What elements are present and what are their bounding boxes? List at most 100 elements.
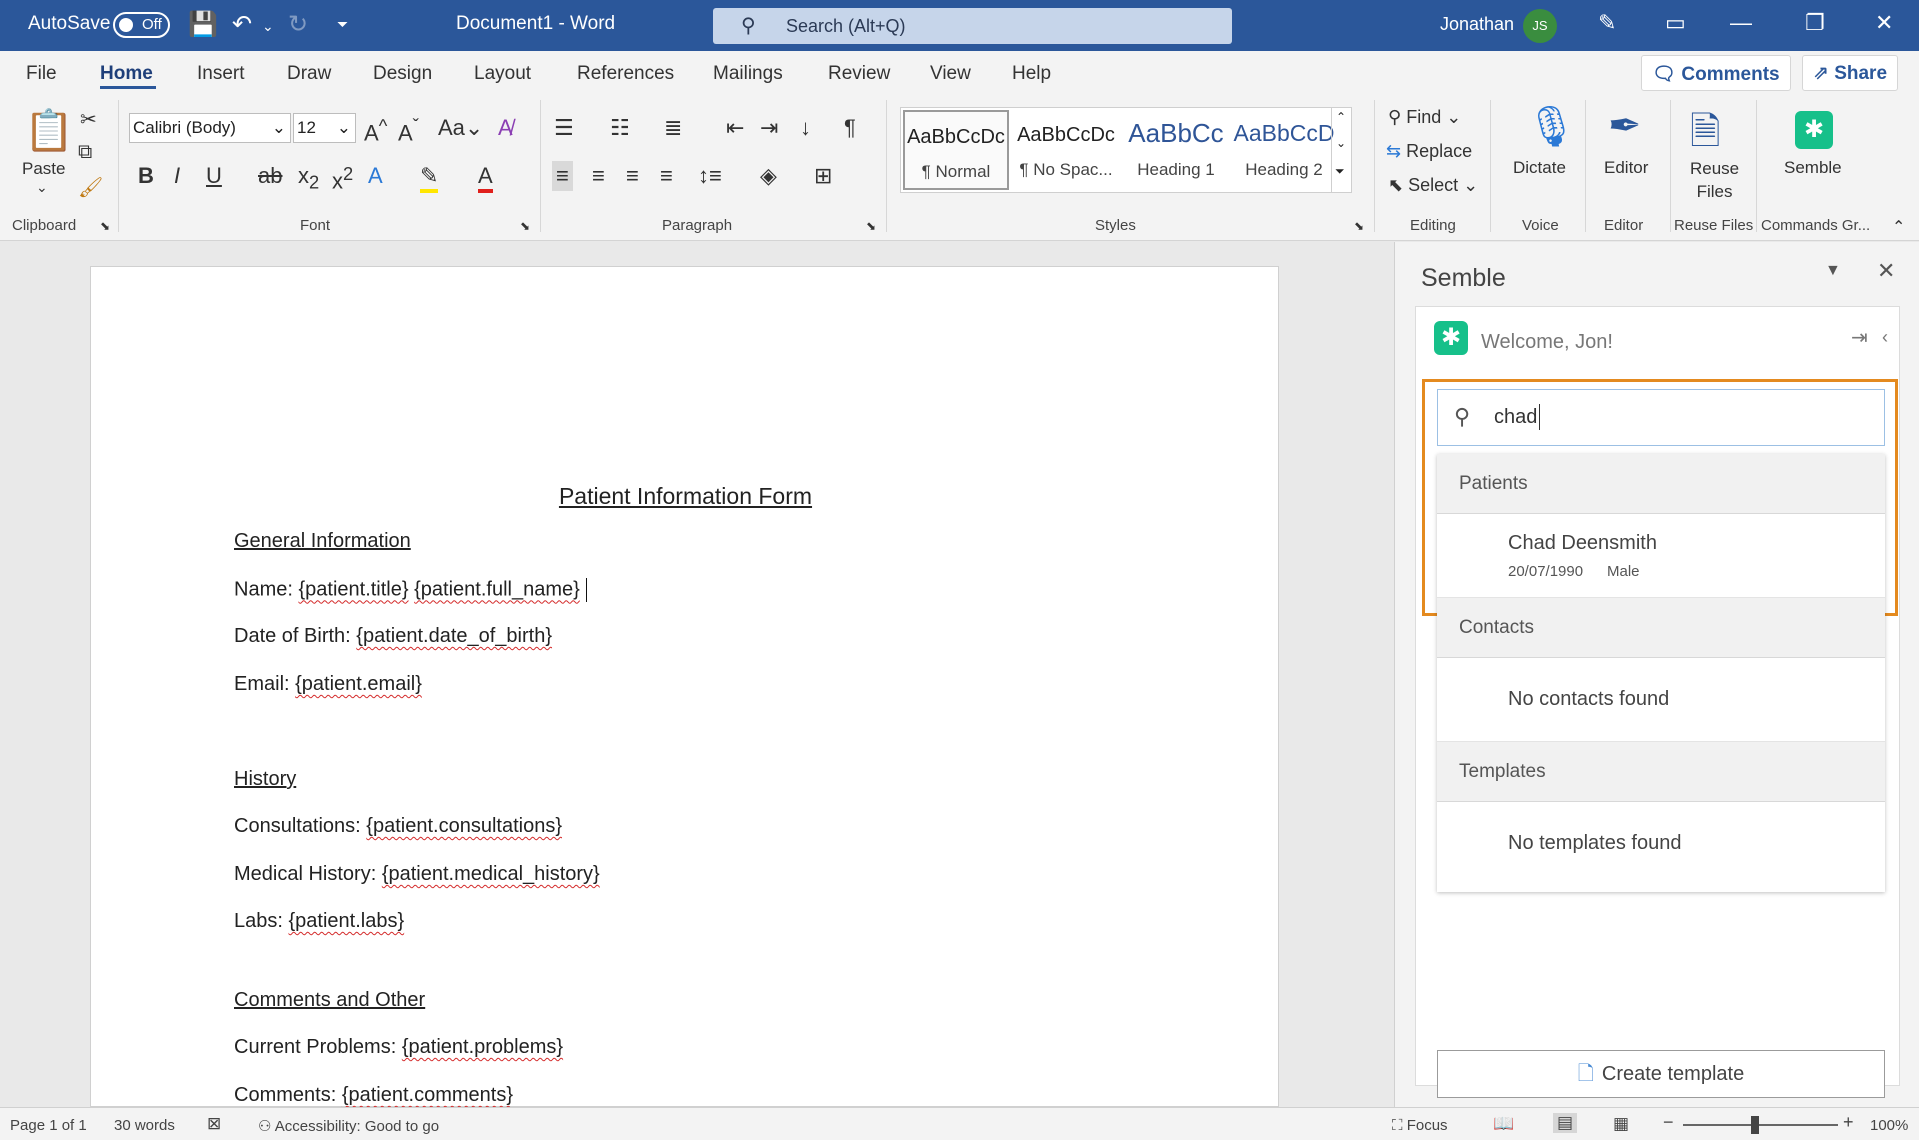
save-icon[interactable]: 💾 [188,10,218,39]
strikethrough-icon[interactable]: ab [258,163,282,189]
font-size-combo[interactable]: 12 ⌄ [293,113,356,143]
paste-dropdown-icon[interactable]: ⌄ [36,179,48,196]
chevron-left-icon[interactable]: ‹ [1882,327,1888,348]
focus-button[interactable]: ⛶ Focus [1392,1117,1448,1134]
tab-layout[interactable]: Layout [474,63,531,85]
font-name-combo[interactable]: Calibri (Body) ⌄ [129,113,291,143]
tab-home[interactable]: Home [100,63,153,85]
clipboard-launcher-icon[interactable]: ⬊ [100,219,110,233]
align-right-icon[interactable]: ≡ [626,163,639,189]
chevron-up-icon[interactable]: ⌃ [1336,110,1346,124]
select-button[interactable]: ⬉ Select ⌄ [1388,175,1478,196]
style-heading-1[interactable]: AaBbCc Heading 1 [1123,110,1229,190]
zoom-slider[interactable] [1683,1124,1838,1126]
find-button[interactable]: ⚲ Find ⌄ [1388,107,1461,128]
style-no-spacing[interactable]: AaBbCcDc ¶ No Spac... [1013,110,1119,190]
zoom-level[interactable]: 100% [1870,1117,1908,1134]
grow-font-icon[interactable]: A^ [364,115,387,146]
style-normal[interactable]: AaBbCcDc ¶ Normal [903,110,1009,190]
tab-review[interactable]: Review [828,63,890,85]
autosave-toggle[interactable]: Off [113,12,170,38]
change-case-icon[interactable]: Aa⌄ [438,115,483,141]
replace-button[interactable]: ⇆ Replace [1386,141,1472,162]
superscript-icon[interactable]: x2 [332,163,353,194]
style-heading-2[interactable]: AaBbCcD Heading 2 [1231,110,1337,190]
tab-draw[interactable]: Draw [287,63,331,85]
shrink-font-icon[interactable]: Aˇ [398,115,419,146]
align-center-icon[interactable]: ≡ [592,163,605,189]
paragraph-launcher-icon[interactable]: ⬊ [866,219,876,233]
text-effects-icon[interactable]: A [368,163,383,189]
line-spacing-icon[interactable]: ↕≡ [698,163,722,189]
share-button[interactable]: ⇗ Share [1802,55,1899,91]
word-count[interactable]: 30 words [114,1117,175,1134]
paste-icon[interactable]: 📋 [24,107,74,154]
more-styles-icon[interactable]: ⏷ [1335,164,1345,179]
undo-dropdown-icon[interactable]: ⌄ [262,18,274,35]
borders-icon[interactable]: ⊞ [814,163,832,189]
web-layout-icon[interactable]: ▦ [1613,1114,1629,1134]
read-mode-icon[interactable]: 📖 [1493,1114,1514,1134]
close-icon[interactable]: ✕ [1875,10,1893,36]
styles-launcher-icon[interactable]: ⬊ [1354,219,1364,233]
collapse-ribbon-icon[interactable]: ⌃ [1892,217,1905,237]
pen-icon[interactable]: ✎ [1598,10,1616,36]
copy-icon[interactable]: ⧉ [78,141,92,164]
zoom-slider-thumb[interactable] [1751,1116,1759,1134]
restore-icon[interactable]: ❐ [1805,10,1825,36]
accessibility-status[interactable]: ⚇ Accessibility: Good to go [258,1117,439,1135]
tab-mailings[interactable]: Mailings [713,63,783,85]
dictate-button[interactable]: Dictate [1513,158,1566,178]
undo-icon[interactable]: ↶ [232,10,252,39]
font-launcher-icon[interactable]: ⬊ [520,219,530,233]
clear-formatting-icon[interactable]: A̸ [498,115,513,141]
tab-file[interactable]: File [26,63,57,85]
align-left-icon[interactable]: ≡ [552,161,573,191]
proofing-icon[interactable]: ⊠ [207,1114,221,1134]
paste-button[interactable]: Paste [22,159,65,179]
increase-indent-icon[interactable]: ⇥ [760,115,778,141]
redo-icon[interactable]: ↻ [288,10,308,39]
close-icon[interactable]: ✕ [1877,258,1895,284]
ribbon-display-icon[interactable]: ▭ [1665,10,1686,36]
search-box[interactable]: ⚲ Search (Alt+Q) [713,8,1232,44]
tab-design[interactable]: Design [373,63,432,85]
italic-icon[interactable]: I [174,163,180,189]
numbering-icon[interactable]: ☷ [610,115,630,141]
show-marks-icon[interactable]: ¶ [844,115,856,141]
gallery-scroll[interactable]: ⌃ ⌄ ⏷ [1331,108,1351,192]
multilevel-list-icon[interactable]: ≣ [664,115,682,141]
customize-qat-icon[interactable]: ⏷ [337,16,348,33]
avatar[interactable]: JS [1523,9,1557,43]
tab-view[interactable]: View [930,63,971,85]
bold-icon[interactable]: B [138,163,154,189]
bullets-icon[interactable]: ☰ [554,115,574,141]
search-input[interactable]: ⚲ chad [1437,389,1885,446]
highlight-icon[interactable]: ✎ [420,163,439,193]
semble-button[interactable]: Semble [1784,158,1842,178]
page-count[interactable]: Page 1 of 1 [10,1117,87,1134]
subscript-icon[interactable]: x2 [298,163,319,193]
editor-icon[interactable]: ✒ [1608,103,1642,149]
reuse-files-button[interactable]: Reuse Files [1690,157,1739,203]
format-painter-icon[interactable]: 🖌 [78,175,103,200]
print-layout-icon[interactable]: ▤ [1553,1113,1578,1133]
tab-help[interactable]: Help [1012,63,1051,85]
shading-icon[interactable]: ◈ [760,163,777,189]
decrease-indent-icon[interactable]: ⇤ [726,115,744,141]
cut-icon[interactable]: ✂ [80,107,97,132]
justify-icon[interactable]: ≡ [660,163,673,189]
logout-icon[interactable]: ⇥ [1851,325,1868,350]
chevron-down-icon[interactable]: ⌄ [1336,136,1346,150]
user-name[interactable]: Jonathan [1440,14,1514,35]
pane-options-icon[interactable]: ▼ [1825,262,1841,280]
document-page[interactable]: Patient Information Form General Informa… [90,266,1279,1107]
zoom-in-icon[interactable]: + [1843,1112,1854,1133]
create-template-button[interactable]: 🗋 Create template [1437,1050,1885,1098]
microphone-icon[interactable]: 🎙 [1526,103,1577,150]
tab-insert[interactable]: Insert [197,63,245,85]
font-color-icon[interactable]: A [478,163,493,193]
minimize-icon[interactable]: — [1730,10,1752,36]
zoom-out-icon[interactable]: − [1663,1112,1674,1133]
semble-logo-icon[interactable]: ✱ [1795,111,1833,149]
